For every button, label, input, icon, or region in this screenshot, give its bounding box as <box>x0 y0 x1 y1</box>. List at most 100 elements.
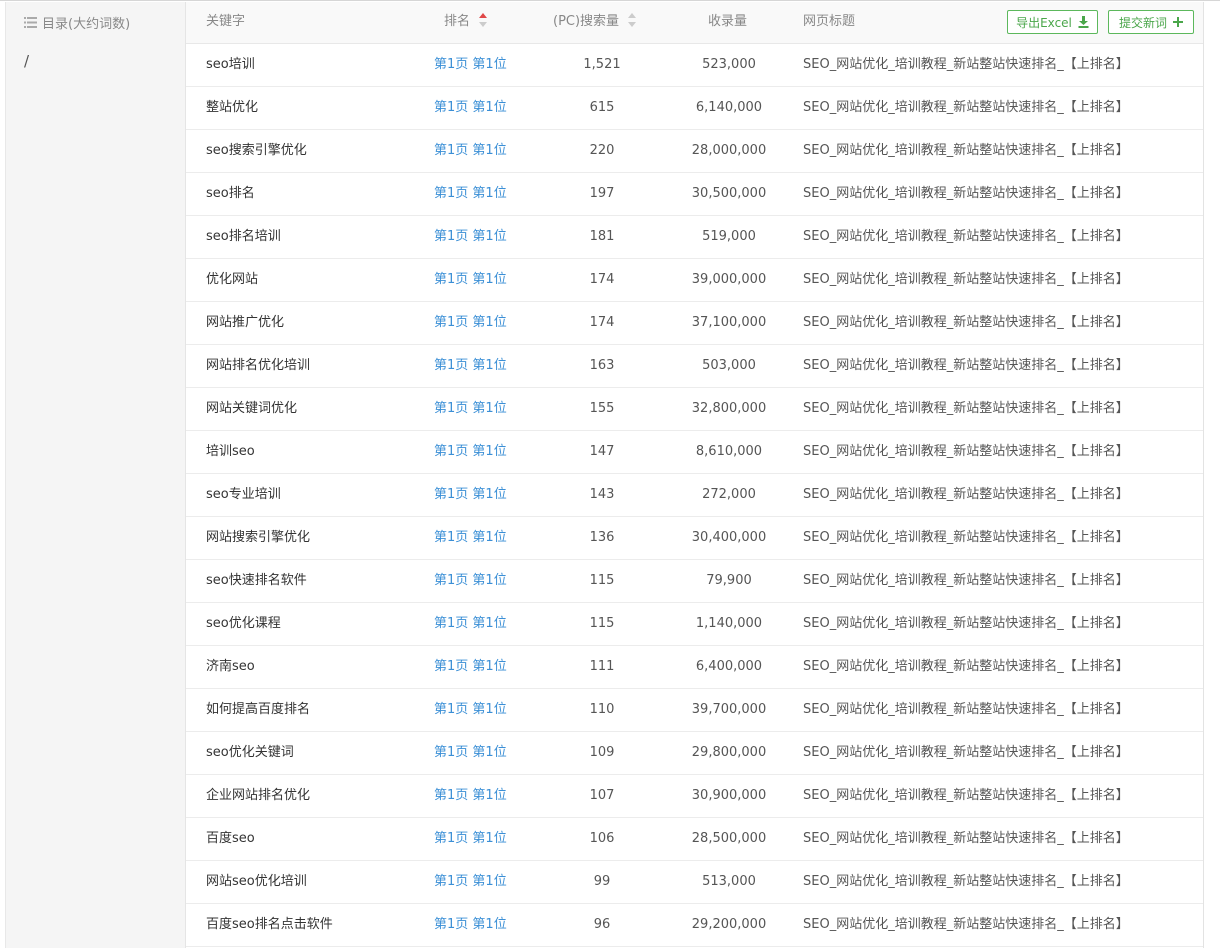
keyword-table: 关键字 排名 (PC)搜索量 收录量 网页标题 导出Excel 提交新词 seo… <box>186 2 1204 948</box>
rank-cell: 第1页 第1位 <box>434 861 507 903</box>
rank-cell: 第1页 第1位 <box>434 732 507 774</box>
rank-position-link[interactable]: 第1位 <box>472 702 506 717</box>
rank-page-link[interactable]: 第1页 <box>434 788 468 803</box>
page-title-cell: SEO_网站优化_培训教程_新站整站快速排名_【上排名】 <box>803 831 1129 846</box>
rank-position-link[interactable]: 第1位 <box>472 186 506 201</box>
rank-page-link[interactable]: 第1页 <box>434 186 468 201</box>
rank-page-link[interactable]: 第1页 <box>434 444 468 459</box>
table-row: seo培训 第1页 第1位 1,521 523,000 SEO_网站优化_培训教程_新站… <box>186 44 1203 87</box>
rank-position-link[interactable]: 第1位 <box>472 444 506 459</box>
rank-cell: 第1页 第1位 <box>434 904 507 946</box>
rank-page-link[interactable]: 第1页 <box>434 358 468 373</box>
rank-position-link[interactable]: 第1位 <box>472 616 506 631</box>
rank-page-link[interactable]: 第1页 <box>434 874 468 889</box>
indexed-count-cell: 28,000,000 <box>691 143 767 158</box>
rank-page-link[interactable]: 第1页 <box>434 100 468 115</box>
rank-position-link[interactable]: 第1位 <box>472 57 506 72</box>
rank-position-link[interactable]: 第1位 <box>472 487 506 502</box>
page: 目录(大约词数) / 关键字 排名 (PC)搜索量 收录量 网页标题 导出Exc… <box>0 0 1220 948</box>
indexed-count-cell: 39,700,000 <box>691 702 767 717</box>
keyword-cell: 百度seo排名点击软件 <box>206 917 333 932</box>
header-rank-sort[interactable]: 排名 <box>444 2 488 44</box>
directory-item-root[interactable]: / <box>24 52 29 70</box>
rank-page-link[interactable]: 第1页 <box>434 530 468 545</box>
rank-position-link[interactable]: 第1位 <box>472 788 506 803</box>
keyword-cell: 网站关键词优化 <box>206 401 298 416</box>
search-volume-cell: 136 <box>589 530 615 545</box>
indexed-count-cell: 30,400,000 <box>691 530 767 545</box>
submit-keyword-button[interactable]: 提交新词 <box>1108 10 1194 34</box>
rank-position-link[interactable]: 第1位 <box>472 831 506 846</box>
page-title-cell: SEO_网站优化_培训教程_新站整站快速排名_【上排名】 <box>803 745 1129 760</box>
rank-cell: 第1页 第1位 <box>434 689 507 731</box>
search-volume-cell: 143 <box>589 487 615 502</box>
page-title-cell: SEO_网站优化_培训教程_新站整站快速排名_【上排名】 <box>803 487 1129 502</box>
rank-position-link[interactable]: 第1位 <box>472 401 506 416</box>
rank-page-link[interactable]: 第1页 <box>434 487 468 502</box>
rank-cell: 第1页 第1位 <box>434 431 507 473</box>
keyword-cell: seo快速排名软件 <box>206 573 307 588</box>
indexed-count-cell: 272,000 <box>702 487 756 502</box>
rank-position-link[interactable]: 第1位 <box>472 917 506 932</box>
rank-page-link[interactable]: 第1页 <box>434 616 468 631</box>
keyword-cell: seo搜索引擎优化 <box>206 143 307 158</box>
rank-position-link[interactable]: 第1位 <box>472 143 506 158</box>
table-body: seo培训 第1页 第1位 1,521 523,000 SEO_网站优化_培训教程_新站… <box>186 44 1203 947</box>
table-row: seo排名 第1页 第1位 197 30,500,000 SEO_网站优化_培训教程_新… <box>186 173 1203 216</box>
table-row: seo排名培训 第1页 第1位 181 519,000 SEO_网站优化_培训教程_新站… <box>186 216 1203 259</box>
rank-page-link[interactable]: 第1页 <box>434 272 468 287</box>
rank-page-link[interactable]: 第1页 <box>434 573 468 588</box>
header-page-title: 网页标题 <box>803 14 856 29</box>
rank-position-link[interactable]: 第1位 <box>472 358 506 373</box>
search-volume-cell: 181 <box>589 229 615 244</box>
rank-position-link[interactable]: 第1位 <box>472 659 506 674</box>
rank-cell: 第1页 第1位 <box>434 302 507 344</box>
rank-page-link[interactable]: 第1页 <box>434 229 468 244</box>
rank-page-link[interactable]: 第1页 <box>434 143 468 158</box>
rank-position-link[interactable]: 第1位 <box>472 874 506 889</box>
indexed-count-cell: 32,800,000 <box>691 401 767 416</box>
search-volume-cell: 615 <box>589 100 615 115</box>
rank-position-link[interactable]: 第1位 <box>472 100 506 115</box>
search-volume-cell: 110 <box>589 702 615 717</box>
indexed-count-cell: 523,000 <box>702 57 756 72</box>
indexed-count-cell: 6,400,000 <box>695 659 763 674</box>
indexed-count-cell: 519,000 <box>702 229 756 244</box>
header-rank-label: 排名 <box>444 14 471 29</box>
sort-asc-icon[interactable] <box>479 13 488 27</box>
header-search-volume-sort[interactable]: (PC)搜索量 <box>553 2 637 44</box>
rank-page-link[interactable]: 第1页 <box>434 745 468 760</box>
rank-position-link[interactable]: 第1位 <box>472 530 506 545</box>
keyword-cell: 网站seo优化培训 <box>206 874 307 889</box>
table-row: 济南seo 第1页 第1位 111 6,400,000 SEO_网站优化_培训教程_新站… <box>186 646 1203 689</box>
search-volume-cell: 174 <box>589 315 615 330</box>
rank-position-link[interactable]: 第1位 <box>472 573 506 588</box>
rank-cell: 第1页 第1位 <box>434 130 507 172</box>
rank-position-link[interactable]: 第1位 <box>472 229 506 244</box>
indexed-count-cell: 30,500,000 <box>691 186 767 201</box>
indexed-count-cell: 503,000 <box>702 358 756 373</box>
rank-page-link[interactable]: 第1页 <box>434 315 468 330</box>
sidebar-title: 目录(大约词数) <box>42 16 131 32</box>
page-title-cell: SEO_网站优化_培训教程_新站整站快速排名_【上排名】 <box>803 229 1129 244</box>
rank-page-link[interactable]: 第1页 <box>434 917 468 932</box>
table-row: 网站seo优化培训 第1页 第1位 99 513,000 SEO_网站优化_培训教程_新… <box>186 861 1203 904</box>
keyword-cell: 网站推广优化 <box>206 315 285 330</box>
rank-position-link[interactable]: 第1位 <box>472 315 506 330</box>
rank-page-link[interactable]: 第1页 <box>434 831 468 846</box>
search-volume-cell: 107 <box>589 788 615 803</box>
directory-sidebar: 目录(大约词数) / <box>5 2 186 948</box>
table-row: 百度seo 第1页 第1位 106 28,500,000 SEO_网站优化_培训教程_新… <box>186 818 1203 861</box>
rank-page-link[interactable]: 第1页 <box>434 702 468 717</box>
export-excel-button[interactable]: 导出Excel <box>1007 10 1098 34</box>
rank-position-link[interactable]: 第1位 <box>472 745 506 760</box>
search-volume-cell: 99 <box>593 874 611 889</box>
rank-page-link[interactable]: 第1页 <box>434 57 468 72</box>
sort-icon[interactable] <box>628 13 637 27</box>
rank-page-link[interactable]: 第1页 <box>434 401 468 416</box>
page-title-cell: SEO_网站优化_培训教程_新站整站快速排名_【上排名】 <box>803 530 1129 545</box>
indexed-count-cell: 1,140,000 <box>695 616 763 631</box>
rank-position-link[interactable]: 第1位 <box>472 272 506 287</box>
page-title-cell: SEO_网站优化_培训教程_新站整站快速排名_【上排名】 <box>803 186 1129 201</box>
rank-page-link[interactable]: 第1页 <box>434 659 468 674</box>
